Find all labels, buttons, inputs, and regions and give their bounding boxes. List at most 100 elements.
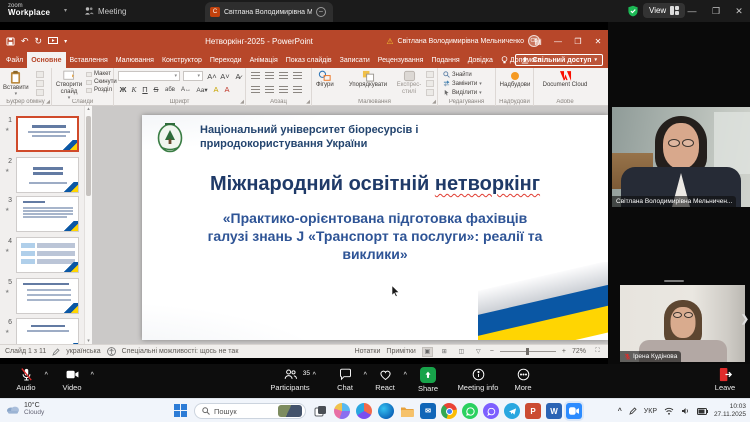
edge-icon[interactable] [378, 403, 394, 419]
more-button[interactable]: More [499, 367, 547, 397]
taskbar-app-icon[interactable] [356, 403, 372, 419]
slide-thumbnail-selected[interactable] [16, 116, 79, 152]
scrollbar-thumb[interactable] [86, 116, 91, 196]
shape-outline-icon[interactable] [426, 80, 434, 87]
bullets-icon[interactable] [251, 72, 260, 79]
participant-video-1[interactable]: Світлана Володимирівна Мельничен... [612, 107, 750, 207]
window-maximize-button[interactable]: ❐ [706, 0, 726, 22]
tab-design[interactable]: Конструктор [158, 52, 206, 68]
arrange-button[interactable]: Упорядкувати [346, 70, 390, 89]
slide-thumbnail[interactable] [16, 278, 79, 314]
leave-button[interactable]: Leave [701, 367, 749, 397]
addins-button[interactable]: Надбудови [499, 70, 531, 89]
dialog-launcher-icon[interactable]: ◢ [240, 99, 244, 105]
tab-animations[interactable]: Анімація [246, 52, 282, 68]
tab-review[interactable]: Рецензування [374, 52, 428, 68]
new-slide-button[interactable]: Створити слайд ▾ [54, 70, 84, 102]
slide-thumbnail[interactable] [16, 196, 79, 232]
thumbnail-scrollbar[interactable]: ▴▾ [84, 106, 92, 344]
ppt-restore-button[interactable]: ❐ [568, 30, 588, 52]
zoom-out-icon[interactable]: − [490, 348, 494, 355]
shape-effects-icon[interactable] [426, 89, 434, 96]
normal-view-icon[interactable]: ▣ [422, 347, 433, 357]
telegram-icon[interactable] [504, 403, 520, 419]
dialog-launcher-icon[interactable]: ◢ [306, 99, 310, 105]
language-status[interactable]: українська [66, 348, 100, 355]
word-icon[interactable]: W [546, 403, 562, 419]
current-slide[interactable]: Національний університет біоресурсів і п… [142, 115, 608, 340]
zoom-icon[interactable] [566, 403, 582, 419]
tab-insert[interactable]: Вставлення [66, 52, 112, 68]
fit-slide-icon[interactable]: ⛶ [592, 347, 603, 357]
qat-customize-icon[interactable]: ▾ [64, 38, 67, 45]
expand-videos-chevron-icon[interactable]: ❯ [741, 314, 749, 325]
redo-icon[interactable]: ↻ [35, 36, 43, 47]
tab-transitions[interactable]: Переходи [206, 52, 246, 68]
accessibility-status[interactable]: Спеціальні можливості: щось не так [122, 348, 239, 355]
tab-help[interactable]: Довідка [464, 52, 497, 68]
slide-thumbnail-pane[interactable]: 1 ★ 2 ★ [0, 106, 92, 344]
tray-chevron-up-icon[interactable]: ^ [618, 408, 622, 415]
taskbar-clock[interactable]: 10:03 27.11.2025 [714, 403, 746, 419]
zoom-level[interactable]: 72% [572, 348, 586, 355]
search-highlight-image[interactable] [278, 405, 302, 417]
section-button[interactable]: Розділ [86, 87, 117, 93]
font-name-select[interactable]: ▾ [118, 71, 180, 81]
notes-toggle[interactable]: Нотатки [355, 348, 381, 355]
format-painter-icon[interactable] [36, 89, 44, 96]
character-spacing-icon[interactable]: A↔ [179, 87, 193, 93]
wifi-icon[interactable] [664, 407, 674, 415]
chrome-icon[interactable] [441, 403, 457, 419]
ink-pen-icon[interactable] [52, 348, 60, 356]
align-center-icon[interactable] [265, 86, 274, 93]
italic-button[interactable]: К [129, 85, 139, 94]
task-view-icon[interactable] [312, 403, 328, 419]
paste-button[interactable]: Вставити ▾ [3, 70, 29, 98]
viber-icon[interactable] [483, 403, 499, 419]
tab-draw[interactable]: Малювання [112, 52, 158, 68]
zoom-workplace-logo[interactable]: zoom Workplace [8, 3, 50, 17]
highlight-color-icon[interactable]: А [211, 85, 221, 94]
volume-icon[interactable] [681, 407, 690, 415]
thumbnail-slot-6[interactable]: 6 ★ [3, 318, 89, 344]
accessibility-icon[interactable] [107, 347, 116, 356]
window-close-button[interactable]: ✕ [729, 0, 749, 22]
tab-slideshow[interactable]: Показ слайдів [282, 52, 336, 68]
zoom-slider-thumb[interactable] [526, 348, 529, 355]
zoom-in-icon[interactable]: + [562, 348, 566, 355]
share-screen-button[interactable]: Share [404, 367, 452, 397]
tab-view[interactable]: Подання [427, 52, 463, 68]
undo-icon[interactable]: ↶ [21, 36, 29, 47]
participant-video-2[interactable]: Ірена Кудінова [620, 285, 745, 362]
react-button[interactable]: React ^ [361, 367, 409, 397]
slideshow-view-icon[interactable]: ▽ [473, 347, 484, 357]
thumbnail-slot-5[interactable]: 5 ★ [3, 278, 89, 316]
active-meeting-tab[interactable]: С Світлана Володимирівна Мель – [205, 2, 333, 22]
powerpoint-icon[interactable]: P [525, 403, 541, 419]
align-left-icon[interactable] [251, 86, 260, 93]
panel-drag-handle[interactable] [664, 280, 684, 282]
quick-styles-button[interactable]: Експрес-стилі [392, 70, 426, 96]
ppt-account[interactable]: ⚠ Світлана Володимирівна Мельниченко СВ [386, 30, 540, 52]
layout-button[interactable]: Макет [86, 71, 117, 77]
strikethrough-button[interactable]: S [151, 85, 161, 94]
pen-icon[interactable] [629, 407, 637, 415]
outlook-icon[interactable]: ✉ [420, 403, 436, 419]
zoom-slider[interactable] [500, 351, 556, 352]
shapes-button[interactable]: Фігури [316, 70, 334, 89]
thumbnail-slot-3[interactable]: 3 ★ [3, 196, 89, 234]
meeting-info-button[interactable]: Meeting info [450, 367, 506, 397]
chevron-up-icon[interactable]: ^ [312, 372, 316, 378]
font-color-icon[interactable]: А [222, 85, 232, 94]
start-slideshow-icon[interactable] [48, 37, 58, 45]
audio-button[interactable]: Audio ^ [2, 367, 50, 397]
ribbon-display-options-icon[interactable]: ▤ [528, 30, 548, 52]
battery-icon[interactable] [697, 408, 708, 415]
indent-increase-icon[interactable] [293, 72, 302, 79]
slide-thumbnail[interactable] [16, 237, 79, 273]
tab-file[interactable]: Файл [2, 52, 27, 68]
cut-icon[interactable] [36, 71, 44, 78]
font-size-select[interactable]: ▾ [183, 71, 203, 81]
taskbar-weather-widget[interactable]: 10°CCloudy [6, 402, 44, 416]
whatsapp-icon[interactable] [462, 403, 478, 419]
